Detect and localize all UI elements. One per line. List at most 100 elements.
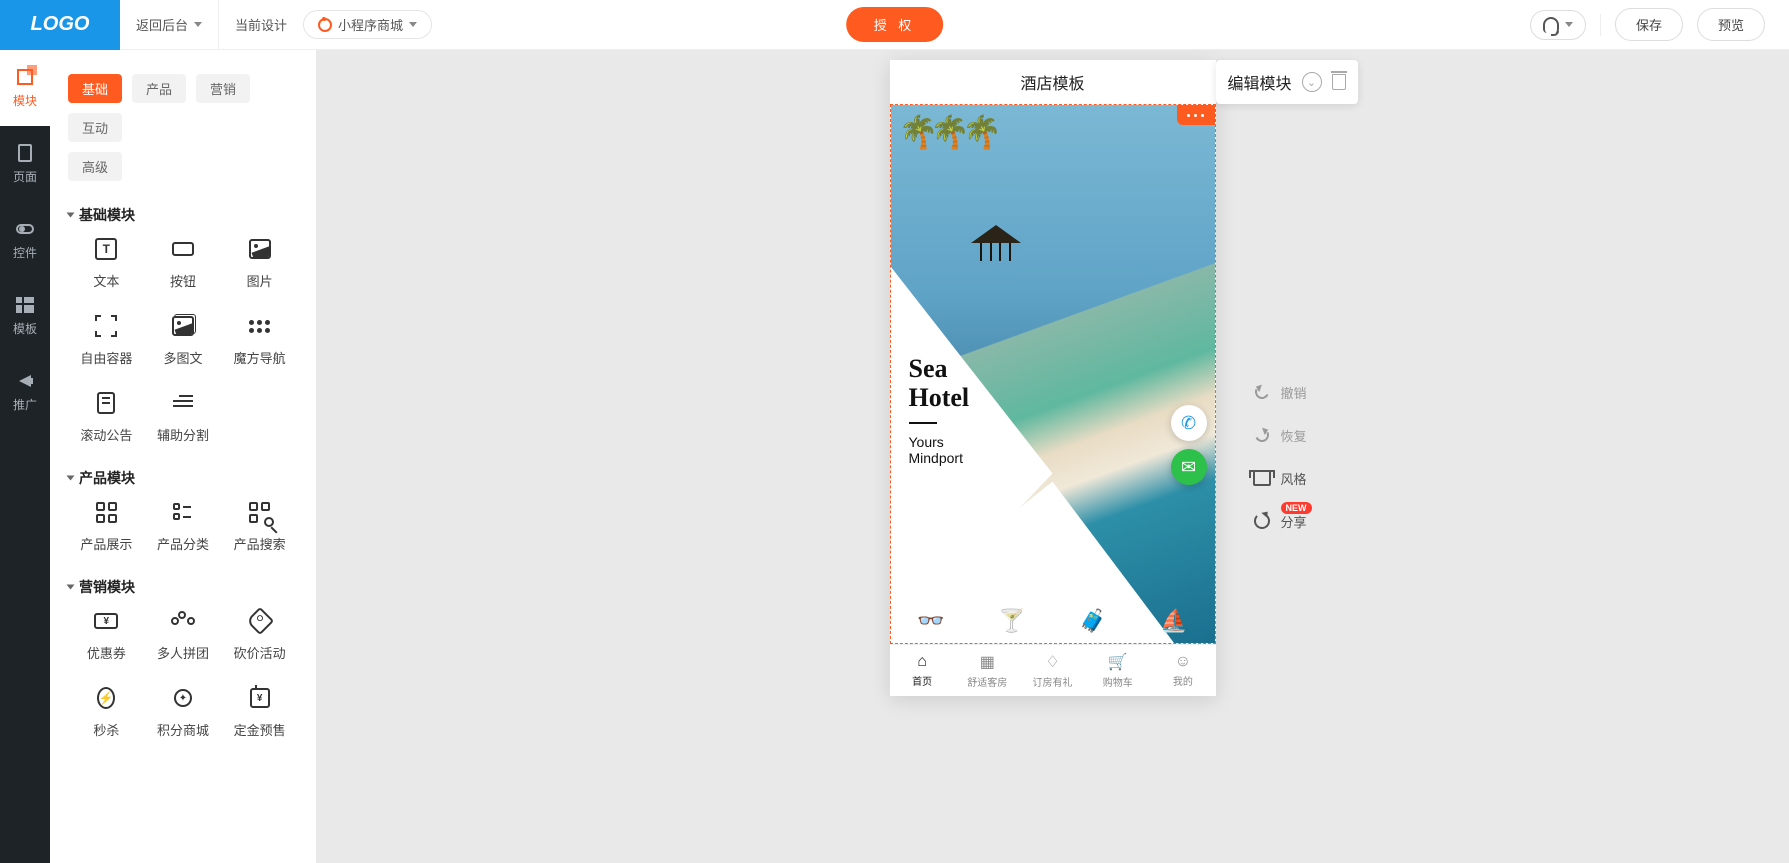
text-icon: T — [95, 238, 117, 260]
search-icon — [264, 517, 274, 527]
triangle-icon — [67, 476, 75, 481]
section-marketing-header[interactable]: 营销模块 — [68, 577, 298, 597]
nav-booking[interactable]: ♢ 订房有礼 — [1020, 645, 1085, 696]
rail-promote[interactable]: 推广 — [0, 354, 50, 430]
preview-button[interactable]: 预览 — [1697, 8, 1765, 41]
module-scroll-notice[interactable]: 滚动公告 — [68, 391, 145, 444]
style-button[interactable]: 风格 — [1253, 469, 1307, 488]
people-icon — [171, 611, 195, 631]
nav-cart[interactable]: 🛒购物车 — [1085, 645, 1150, 696]
rtool-label: 撤销 — [1281, 383, 1307, 402]
hero-sub-2: Mindport — [909, 450, 963, 466]
gift-icon: ♢ — [1045, 652, 1059, 672]
module-product-category[interactable]: 产品分类 — [145, 500, 222, 553]
rail-modules[interactable]: 模块 — [0, 50, 50, 126]
triangle-icon — [67, 585, 75, 590]
tab-interactive[interactable]: 互动 — [68, 113, 122, 142]
module-free-container[interactable]: 自由容器 — [68, 314, 145, 367]
sailboat-icon: ⛵ — [1160, 608, 1187, 634]
cell-label: 产品分类 — [157, 534, 209, 553]
float-phone-button[interactable]: ✆ — [1171, 405, 1207, 441]
cell-label: 辅助分割 — [157, 425, 209, 444]
canvas[interactable]: 酒店模板 编辑模块 ⌄ 🌴🌴🌴 SeaHotel YoursMindport ✆… — [316, 50, 1789, 863]
hero-title-1: Sea — [909, 354, 948, 383]
support-button[interactable] — [1530, 10, 1586, 40]
share-button[interactable]: 分享NEW — [1253, 512, 1307, 531]
module-aux-divider[interactable]: 辅助分割 — [145, 391, 222, 444]
design-selector[interactable]: 小程序商城 — [303, 0, 448, 50]
cell-label: 积分商城 — [157, 720, 209, 739]
container-icon — [95, 315, 117, 337]
share-icon — [1254, 513, 1270, 529]
tab-basic[interactable]: 基础 — [68, 74, 122, 103]
hero-title-2: Hotel — [909, 383, 970, 412]
module-text[interactable]: T 文本 — [68, 237, 145, 290]
module-coupon[interactable]: ¥优惠券 — [68, 609, 145, 662]
module-points-mall[interactable]: 积分商城 — [145, 686, 222, 739]
lines-icon — [173, 395, 193, 411]
nav-mine[interactable]: ☺ 我的 — [1150, 645, 1215, 696]
float-wechat-button[interactable]: ✉ — [1171, 449, 1207, 485]
tab-product[interactable]: 产品 — [132, 74, 186, 103]
divider — [1600, 14, 1601, 36]
cell-label: 优惠券 — [87, 643, 126, 662]
design-pill[interactable]: 小程序商城 — [303, 10, 432, 39]
module-deposit-presale[interactable]: 定金预售 — [221, 686, 298, 739]
cell-label: 文本 — [93, 271, 119, 290]
trash-icon[interactable] — [1332, 74, 1346, 90]
undo-button[interactable]: 撤销 — [1253, 383, 1307, 402]
edit-module-label[interactable]: 编辑模块 — [1228, 70, 1292, 94]
rail-label: 控件 — [13, 244, 37, 261]
rtool-label: 风格 — [1281, 469, 1307, 488]
new-badge: NEW — [1281, 502, 1312, 514]
hero-text: SeaHotel YoursMindport — [909, 355, 970, 466]
nav-label: 我的 — [1173, 673, 1193, 688]
cell-label: 产品展示 — [80, 534, 132, 553]
tab-marketing[interactable]: 营销 — [196, 74, 250, 103]
right-toolbar: 撤销 恢复 风格 分享NEW — [1253, 383, 1307, 531]
module-cube-nav[interactable]: 魔方导航 — [221, 314, 298, 367]
edit-handle[interactable] — [1177, 105, 1215, 125]
authorize-button[interactable]: 授 权 — [846, 7, 944, 42]
section-product-header[interactable]: 产品模块 — [68, 468, 298, 488]
section-title: 营销模块 — [79, 577, 135, 597]
tag-icon — [246, 607, 274, 635]
phone-preview: 酒店模板 编辑模块 ⌄ 🌴🌴🌴 SeaHotel YoursMindport ✆… — [890, 60, 1216, 696]
rail-templates[interactable]: 模板 — [0, 278, 50, 354]
grid4-icon — [96, 502, 117, 523]
cell-label: 按钮 — [170, 271, 196, 290]
design-name: 小程序商城 — [338, 15, 403, 34]
edit-module-popup: 编辑模块 ⌄ — [1216, 60, 1358, 104]
section-basic-header[interactable]: 基础模块 — [68, 205, 298, 225]
home-icon: ⌂ — [917, 653, 927, 671]
phone-body[interactable]: 🌴🌴🌴 SeaHotel YoursMindport ✆ ✉ 👓 🍸 🧳 ⛵ — [890, 104, 1216, 644]
grid-icon: ▦ — [980, 652, 995, 672]
module-button[interactable]: 按钮 — [145, 237, 222, 290]
rail-controls[interactable]: 控件 — [0, 202, 50, 278]
rail-pages[interactable]: 页面 — [0, 126, 50, 202]
topbar-right: 保存 预览 — [1530, 8, 1789, 41]
rail-label: 模块 — [13, 92, 37, 109]
module-product-search[interactable]: 产品搜索 — [221, 500, 298, 553]
logo: LOGO — [0, 0, 120, 50]
module-seckill[interactable]: ⚡秒杀 — [68, 686, 145, 739]
tab-advanced[interactable]: 高级 — [68, 152, 122, 181]
chevron-down-circle-icon[interactable]: ⌄ — [1302, 72, 1322, 92]
module-bargain[interactable]: 砍价活动 — [221, 609, 298, 662]
nav-label: 首页 — [912, 673, 932, 688]
cell-label: 砍价活动 — [234, 643, 286, 662]
save-button[interactable]: 保存 — [1615, 8, 1683, 41]
module-image[interactable]: 图片 — [221, 237, 298, 290]
nav-home[interactable]: ⌂ 首页 — [890, 645, 955, 696]
module-multi-image[interactable]: 多图文 — [145, 314, 222, 367]
nav-rooms[interactable]: ▦舒适客房 — [955, 645, 1020, 696]
phone-title: 酒店模板 — [1020, 70, 1084, 94]
cell-label: 自由容器 — [80, 348, 132, 367]
back-to-admin[interactable]: 返回后台 — [120, 0, 219, 50]
redo-button[interactable]: 恢复 — [1253, 426, 1307, 445]
module-product-display[interactable]: 产品展示 — [68, 500, 145, 553]
user-icon: ☺ — [1175, 653, 1191, 671]
module-group-buy[interactable]: 多人拼团 — [145, 609, 222, 662]
luggage-icon: 🧳 — [1079, 608, 1106, 634]
nav-label: 订房有礼 — [1033, 674, 1073, 689]
